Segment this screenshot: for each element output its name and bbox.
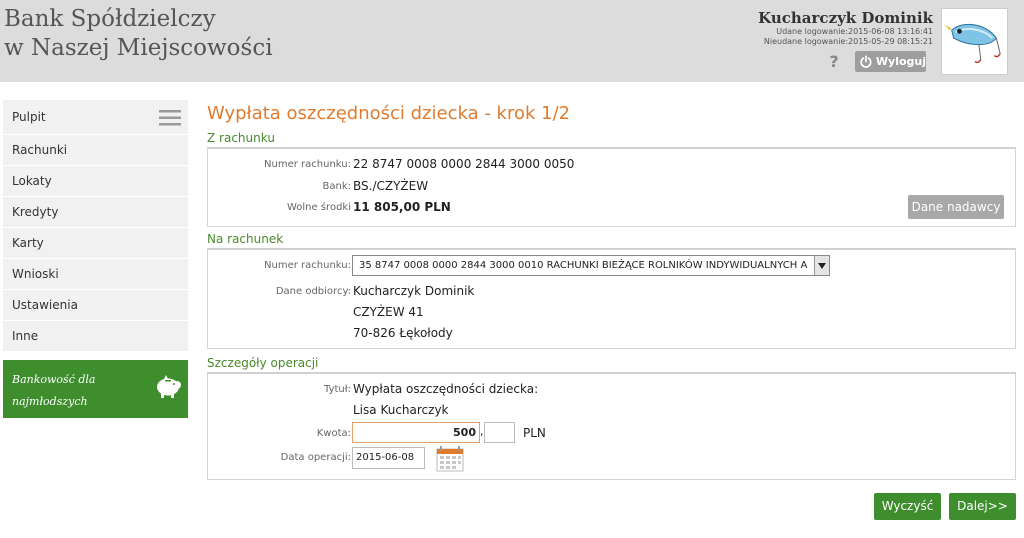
logout-label: Wyloguj	[875, 55, 926, 68]
recipient-address: CZYŻEW 41	[353, 305, 424, 319]
sidebar-item-label: Pulpit	[12, 110, 46, 124]
from-account-panel: Numer rachunku: 22 8747 0008 0000 2844 3…	[207, 148, 1016, 227]
next-button[interactable]: Dalej>>	[949, 493, 1016, 520]
transfer-title-line1: Wypłata oszczędności dziecka:	[353, 382, 539, 396]
clear-button[interactable]: Wyczyść	[874, 493, 941, 520]
user-name: Kucharczyk Dominik	[758, 9, 933, 27]
sidebar-item-label: Wnioski	[12, 267, 59, 281]
power-icon	[860, 55, 872, 68]
operation-details-panel: Tytuł: Wypłata oszczędności dziecka: Lis…	[207, 373, 1016, 480]
from-account-number: 22 8747 0008 0000 2844 3000 0050	[353, 157, 575, 171]
failed-login: Nieudane logowanie:2015-05-29 08:15:21	[763, 37, 933, 46]
section-title-from-account: Z rachunku	[207, 131, 275, 145]
to-account-select[interactable]: 35 8747 0008 0000 2844 3000 0010 RACHUNK…	[352, 255, 830, 276]
sidebar-item-label: Lokaty	[12, 174, 52, 188]
question-icon[interactable]: ?	[826, 53, 842, 71]
last-login: Udane logowanie:2015-06-08 13:16:41	[776, 27, 933, 36]
calendar-icon[interactable]	[436, 446, 464, 472]
recipient-postal-city: 70-826 Łękołody	[353, 326, 453, 340]
chevron-down-icon[interactable]	[814, 256, 829, 275]
promo-banner-kids-banking[interactable]: Bankowość dla najmłodszych	[3, 360, 188, 418]
sidebar-item-rachunki[interactable]: Rachunki	[3, 135, 188, 166]
sidebar-item-label: Inne	[12, 329, 39, 343]
bank-value: BS./CZYŻEW	[353, 179, 429, 193]
currency-label: PLN	[523, 426, 546, 440]
sidebar-item-label: Rachunki	[12, 143, 68, 157]
available-funds: 11 805,00 PLN	[353, 200, 451, 214]
piggy-bank-icon	[157, 375, 181, 398]
to-account-selected-value: 35 8747 0008 0000 2844 3000 0010 RACHUNK…	[359, 260, 808, 271]
fishing-lure-logo	[941, 8, 1008, 75]
sidebar-item-label: Ustawienia	[12, 298, 78, 312]
hamburger-icon[interactable]	[159, 110, 181, 126]
bank-label: Bank:	[322, 181, 352, 192]
header: Bank Spółdzielczy w Naszej Miejscowości …	[0, 0, 1024, 82]
from-account-label: Numer rachunku:	[264, 159, 351, 170]
decimal-separator: ,	[480, 425, 484, 438]
logout-button[interactable]: Wyloguj	[855, 51, 926, 72]
bank-name-line1: Bank Spółdzielczy	[4, 6, 216, 32]
sidebar-item-label: Kredyty	[12, 205, 59, 219]
bank-name-line2: w Naszej Miejscowości	[4, 35, 273, 61]
amount-input[interactable]: 500	[352, 422, 480, 443]
sidebar-item-label: Karty	[12, 236, 44, 250]
sidebar-item-kredyty[interactable]: Kredyty	[3, 197, 188, 228]
transfer-title-line2: Lisa Kucharczyk	[353, 403, 449, 417]
sidebar-item-ustawienia[interactable]: Ustawienia	[3, 290, 188, 321]
date-label: Data operacji:	[280, 452, 351, 463]
amount-cents-input[interactable]	[484, 422, 515, 443]
sidebar-item-lokaty[interactable]: Lokaty	[3, 166, 188, 197]
to-account-label: Numer rachunku:	[264, 260, 351, 271]
promo-line2: najmłodszych	[12, 395, 88, 408]
operation-date-input[interactable]: 2015-06-08	[352, 447, 425, 469]
sidebar-nav: Pulpit Rachunki Lokaty Kredyty Karty Wni…	[3, 100, 188, 352]
funds-label: Wolne środki	[286, 202, 351, 213]
page-title: Wypłata oszczędności dziecka - krok 1/2	[207, 103, 571, 124]
recipient-name: Kucharczyk Dominik	[353, 284, 475, 298]
recipient-label: Dane odbiorcy:	[275, 286, 351, 297]
sidebar-item-karty[interactable]: Karty	[3, 228, 188, 259]
sidebar-item-wnioski[interactable]: Wnioski	[3, 259, 188, 290]
sender-data-button[interactable]: Dane nadawcy	[908, 195, 1004, 219]
sidebar-item-inne[interactable]: Inne	[3, 321, 188, 352]
amount-label: Kwota:	[316, 428, 351, 439]
promo-line1: Bankowość dla	[12, 373, 96, 386]
promo-text: Bankowość dla najmłodszych	[12, 369, 95, 413]
section-title-to-account: Na rachunek	[207, 232, 284, 246]
bank-name: Bank Spółdzielczy w Naszej Miejscowości	[4, 5, 273, 63]
user-info: Kucharczyk Dominik Udane logowanie:2015-…	[758, 9, 933, 47]
title-label: Tytuł:	[324, 384, 351, 395]
section-title-operation-details: Szczegóły operacji	[207, 356, 319, 370]
